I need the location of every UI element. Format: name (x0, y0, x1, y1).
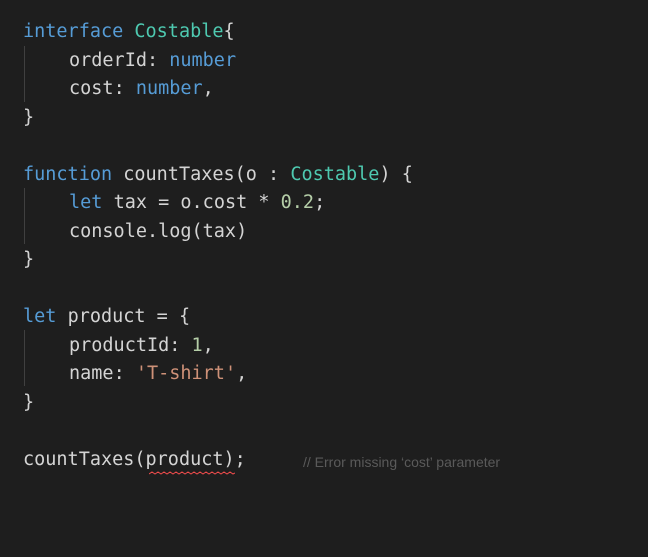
code-line: orderId: number (69, 50, 237, 71)
param-type: Costable (290, 164, 380, 185)
name-value: 'T-shirt' (135, 363, 237, 384)
console-log-call: console.log(tax) (69, 221, 248, 242)
code-editor[interactable]: interface Costable{ orderId: number cost… (0, 0, 648, 557)
code-line: function countTaxes(o : Costable) { (23, 164, 413, 185)
code-line: let product = { (23, 306, 191, 327)
let-keyword: let (23, 306, 57, 327)
cost-type: number (135, 78, 203, 99)
code-line: productId: 1, (69, 335, 214, 356)
code-line: cost: number, (69, 78, 214, 99)
code-line: name: 'T-shirt', (69, 363, 248, 384)
code-line: let tax = o.cost * 0.2; (69, 192, 326, 213)
function-name: countTaxes (123, 164, 235, 185)
name-property: name (69, 363, 114, 384)
productId-value: 1 (191, 335, 203, 356)
close-brace: } (23, 249, 35, 270)
code-line: countTaxes(product); (23, 449, 246, 470)
orderId-type: number (169, 50, 237, 71)
error-squiggle (149, 471, 235, 475)
tax-expression: o.cost (180, 192, 248, 213)
error-comment: // Error missing ‘cost’ parameter (303, 454, 501, 470)
call-function-name: countTaxes (23, 449, 135, 470)
productId-property: productId (69, 335, 170, 356)
interface-keyword: interface (23, 21, 124, 42)
close-brace: } (23, 107, 35, 128)
code-line: } (23, 246, 34, 274)
param-name: o (245, 164, 257, 185)
function-keyword: function (23, 164, 113, 185)
code-line: } (23, 104, 34, 132)
interface-name: Costable (134, 21, 224, 42)
tax-variable: tax (113, 192, 147, 213)
code-line: console.log(tax) (23, 218, 247, 246)
call-argument-error[interactable]: product (146, 449, 224, 470)
code-line: } (23, 389, 34, 417)
let-keyword: let (69, 192, 103, 213)
tax-multiplier: 0.2 (280, 192, 315, 213)
orderId-property: orderId (69, 50, 147, 71)
open-brace: { (223, 21, 235, 42)
close-brace: } (23, 392, 35, 413)
code-line: interface Costable{ (23, 18, 235, 46)
open-brace: { (178, 306, 191, 327)
open-brace: { (401, 164, 413, 185)
product-variable: product (67, 306, 146, 327)
cost-property: cost (69, 78, 114, 99)
